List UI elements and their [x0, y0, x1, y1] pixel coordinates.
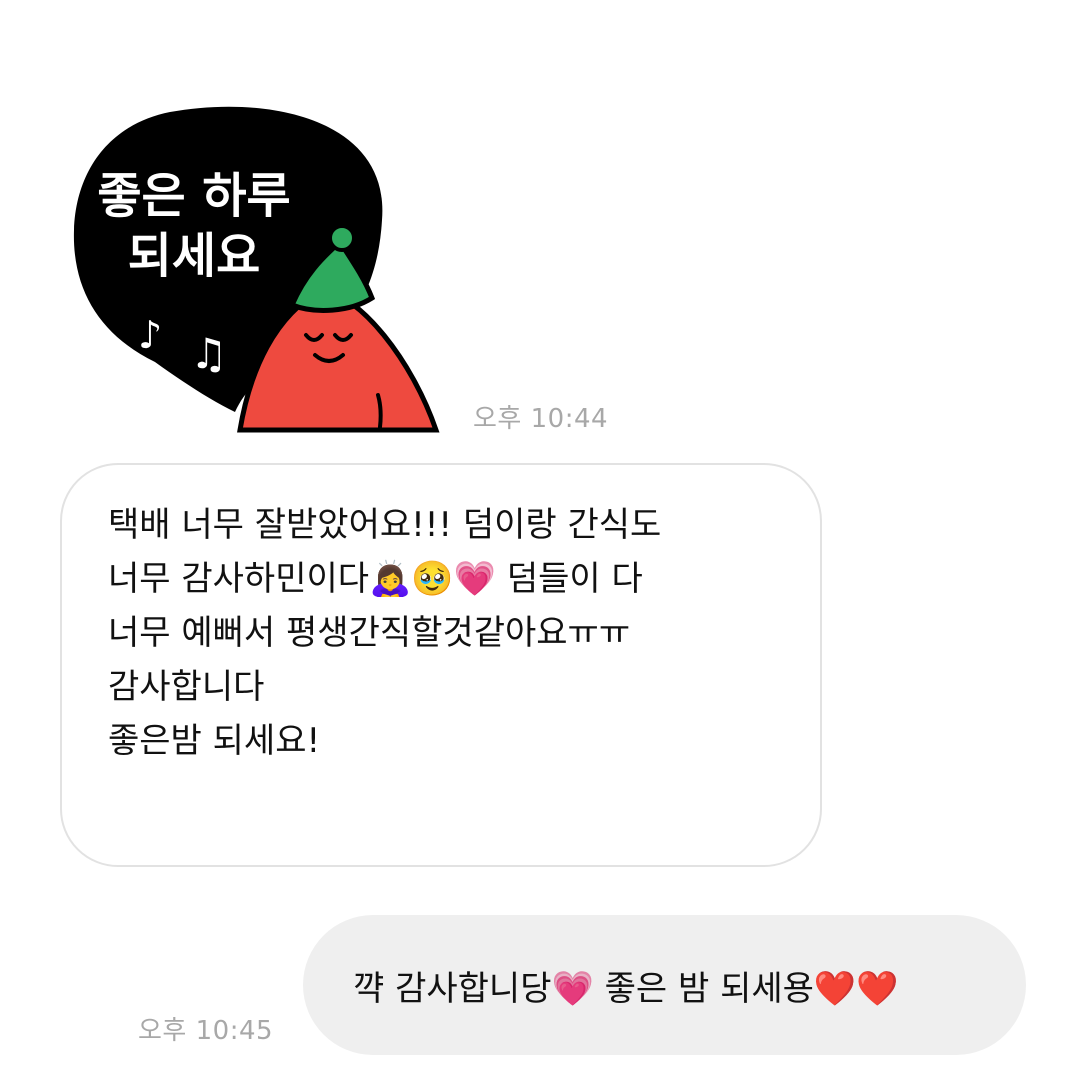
music-note-icon: ♪: [138, 313, 162, 357]
message-line: 너무 감사하민이다🙇‍♀️🥹💗 덤들이 다: [108, 559, 643, 599]
music-note-icon: ♪: [298, 114, 324, 160]
received-message-bubble[interactable]: 택배 너무 잘받았어요!!! 덤이랑 간식도 너무 감사하민이다🙇‍♀️🥹💗 덤…: [60, 463, 822, 867]
sticker-text-line1: 좋은 하루: [97, 168, 290, 224]
message-line: 좋은밤 되세요!: [108, 721, 321, 761]
message-text: 꺅 감사합니당💗 좋은 밤 되세용❤️❤️: [353, 968, 899, 1009]
message-line: 너무 예뻐서 평생간직할것같아요ㅠㅠ: [108, 613, 631, 653]
sticker-text-line2: 되세요: [128, 228, 260, 284]
hat-pompom: [328, 224, 356, 252]
message-line: 감사합니다: [108, 667, 265, 707]
message-line: 택배 너무 잘받았어요!!! 덤이랑 간식도: [108, 505, 662, 545]
timestamp: 오후 10:44: [473, 404, 609, 434]
timestamp: 오후 10:45: [138, 1016, 274, 1046]
sticker-message[interactable]: ♪ ♪ ♫ 좋은 하루 되세요: [60, 100, 450, 440]
sent-message-bubble[interactable]: 꺅 감사합니당💗 좋은 밤 되세용❤️❤️: [303, 915, 1026, 1055]
sticker-image: ♪ ♪ ♫ 좋은 하루 되세요: [73, 106, 440, 433]
music-notes-icon: ♫: [190, 329, 228, 378]
